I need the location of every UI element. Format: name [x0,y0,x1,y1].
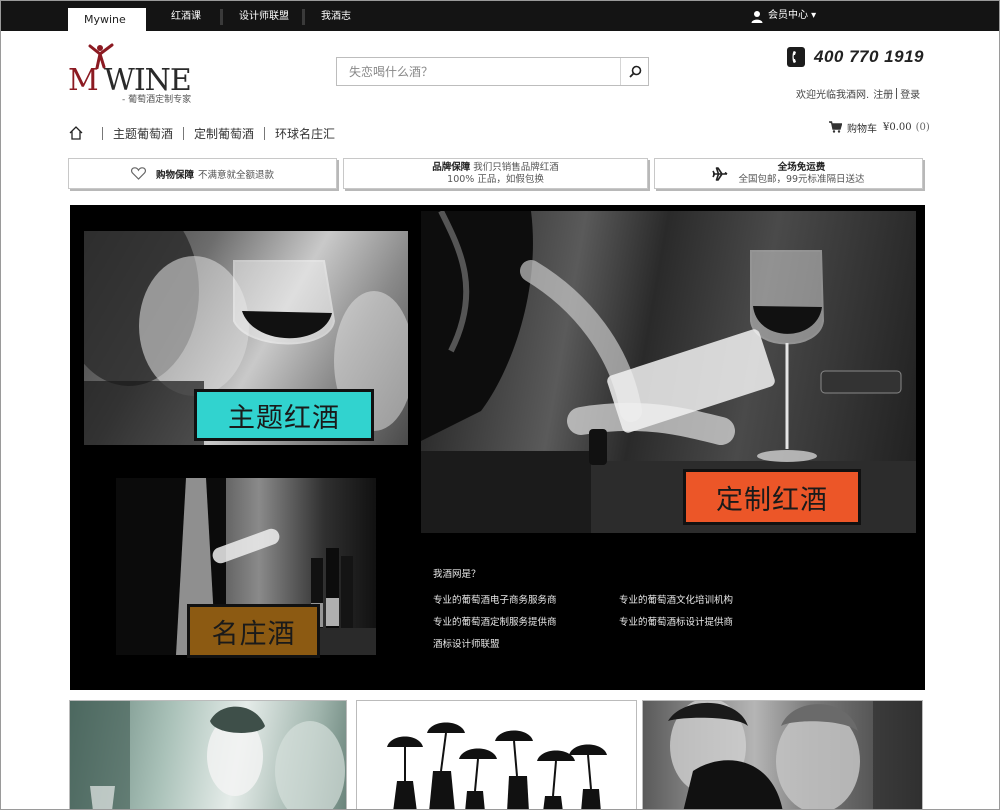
user-icon [751,10,763,23]
register-link[interactable]: 注册 [873,86,893,101]
guarantee-text: 不满意就全额退款 [198,169,275,181]
promo-tile-umbrellas[interactable] [356,700,637,809]
home-icon [69,126,83,140]
custom-wine-label[interactable]: 定制红酒 [683,469,861,525]
cart-link[interactable]: 购物车 ¥0.00 (0) [829,119,930,135]
search-box [336,57,649,86]
cart-count: (0) [915,121,930,133]
chateau-wine-label[interactable]: 名庄酒 [187,604,320,658]
cart-total: ¥0.00 [883,121,912,133]
guarantee-title: 品牌保障 [432,161,471,173]
top-bar: Mywine 红酒课 设计师联盟 我酒志 会员中心 ▾ [1,1,999,31]
nav-custom-wine[interactable]: 定制葡萄酒 [194,125,254,142]
guarantee-title: 购物保障 [155,169,194,181]
about-title: 我酒网是？ [433,569,481,580]
phone-icon [787,47,805,67]
login-link[interactable]: 登录 [900,86,920,101]
home-link[interactable] [68,125,84,141]
guarantee-shopping[interactable]: 购物保障 不满意就全额退款 [68,158,337,189]
top-divider [302,9,305,25]
plane-icon [712,166,728,181]
divider [896,88,898,99]
main-nav: 主题葡萄酒 定制葡萄酒 环球名庄汇 [68,123,335,143]
welcome-bar: 欢迎光临我酒网. 注册 登录 [796,86,920,101]
guarantee-subtext: 100% 正品，如假包换 [447,173,544,185]
cart-label: 购物车 [847,123,877,135]
tab-designer-league[interactable]: 设计师联盟 [239,1,289,31]
logo-tagline: - 葡萄酒定制专家 [122,95,192,105]
nav-theme-wine[interactable]: 主题葡萄酒 [113,125,173,142]
about-item: 专业的葡萄酒定制服务提供商 [433,617,557,628]
top-divider [220,9,223,25]
promo-tile-friends[interactable] [642,700,923,809]
logo-letter-m: M [68,63,99,98]
guarantee-shipping[interactable]: 全场免运费 全国包邮，99元标准隔日送达 [654,158,923,189]
nav-divider [183,126,185,140]
tab-wine-journal[interactable]: 我酒志 [321,1,351,31]
phone-number: 400 770 1919 [814,47,924,66]
promo-tile-toast[interactable] [69,700,347,809]
theme-wine-label[interactable]: 主题红酒 [194,389,374,441]
hero-banner: 主题红酒 定制红酒 名庄酒 我酒网是？ 专业的葡萄酒电子商务服务商 专业的葡萄酒… [70,205,925,690]
member-center-label: 会员中心 ▾ [768,10,817,21]
tab-mywine[interactable]: Mywine [68,8,146,31]
cart-icon [829,121,842,133]
about-item: 专业的葡萄酒电子商务服务商 [433,595,557,606]
guarantee-text: 我们只销售品牌红酒 [473,161,559,173]
nav-divider [264,126,266,140]
page: Mywine 红酒课 设计师联盟 我酒志 会员中心 ▾ M WINE - 葡萄酒… [0,0,1000,810]
nav-global-chateau[interactable]: 环球名庄汇 [275,125,335,142]
about-item: 专业的葡萄酒文化培训机构 [619,595,734,606]
guarantee-brand[interactable]: 品牌保障 我们只销售品牌红酒 100% 正品，如假包换 [343,158,648,189]
heart-icon [130,167,146,180]
search-button[interactable] [620,58,649,85]
about-item: 专业的葡萄酒标设计提供商 [619,617,734,628]
hotline: 400 770 1919 [787,46,924,68]
about-item: 酒标设计师联盟 [433,639,500,650]
site-logo[interactable]: M WINE - 葡萄酒定制专家 [68,43,208,105]
guarantee-subtext: 全国包邮，99元标准隔日送达 [738,173,865,185]
search-icon [628,65,641,78]
member-center-menu[interactable]: 会员中心 ▾ [751,1,816,31]
nav-divider [102,126,103,140]
tab-wine-class[interactable]: 红酒课 [171,1,201,31]
guarantee-title: 全场免运费 [777,161,826,173]
welcome-text: 欢迎光临我酒网. [796,90,870,101]
search-input[interactable] [337,58,619,85]
